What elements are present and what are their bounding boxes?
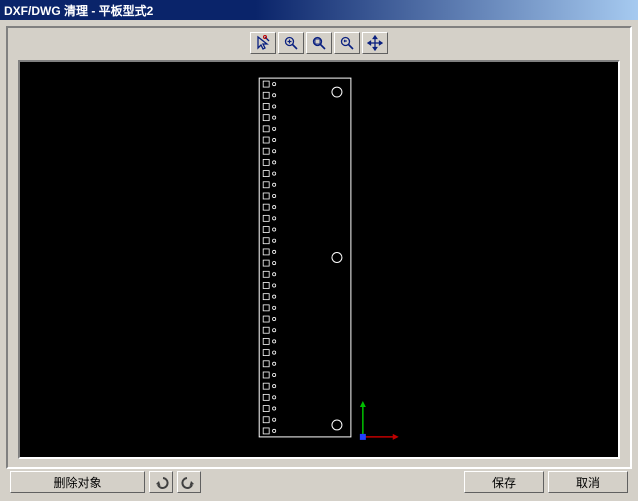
toolbar — [8, 28, 630, 56]
delete-objects-button[interactable]: 删除对象 — [10, 471, 145, 493]
zoom-prev-icon — [339, 35, 355, 51]
redo-button[interactable] — [177, 471, 201, 493]
cursor-icon — [255, 35, 271, 51]
zoom-prev-tool[interactable] — [334, 32, 360, 54]
cancel-button[interactable]: 取消 — [548, 471, 628, 493]
save-button[interactable]: 保存 — [464, 471, 544, 493]
zoom-window-tool[interactable] — [306, 32, 332, 54]
select-tool[interactable] — [250, 32, 276, 54]
zoom-in-tool[interactable] — [278, 32, 304, 54]
client-area: 删除对象 保存 取消 — [0, 20, 638, 501]
undo-button[interactable] — [149, 471, 173, 493]
pan-icon — [367, 35, 383, 51]
canvas-viewport[interactable] — [18, 60, 620, 459]
titlebar[interactable]: DXF/DWG 清理 - 平板型式2 — [0, 0, 638, 20]
zoom-in-icon — [283, 35, 299, 51]
cancel-label: 取消 — [576, 474, 600, 491]
app-window: DXF/DWG 清理 - 平板型式2 — [0, 0, 638, 501]
main-panel — [6, 26, 632, 469]
zoom-window-icon — [311, 35, 327, 51]
bottom-bar: 删除对象 保存 取消 — [6, 469, 632, 495]
delete-objects-label: 删除对象 — [53, 474, 101, 491]
pan-tool[interactable] — [362, 32, 388, 54]
save-label: 保存 — [492, 474, 516, 491]
window-title: DXF/DWG 清理 - 平板型式2 — [4, 2, 153, 19]
redo-icon — [181, 475, 197, 489]
cad-drawing — [20, 62, 618, 457]
undo-icon — [153, 475, 169, 489]
